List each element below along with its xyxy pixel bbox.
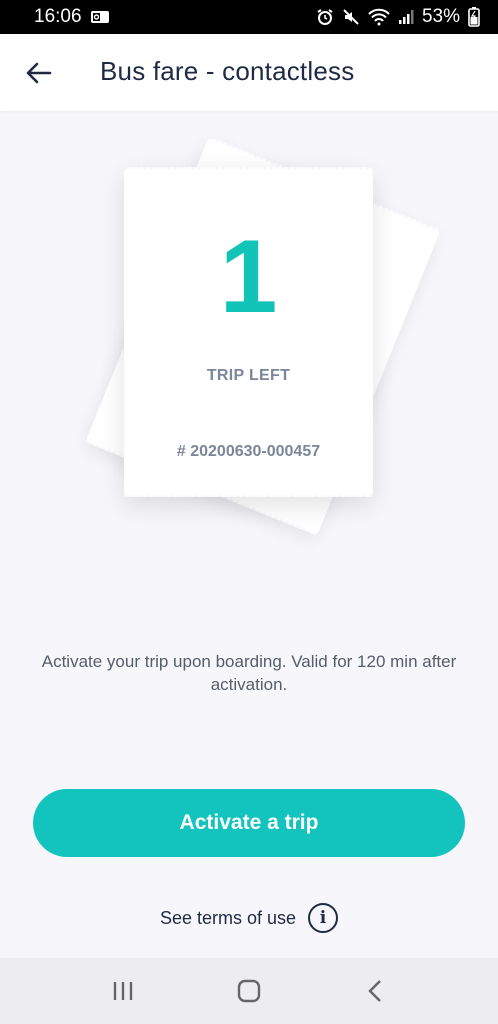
mute-icon	[342, 8, 360, 26]
home-button[interactable]	[224, 971, 274, 1011]
status-left: 16:06	[34, 6, 110, 28]
outlook-notification-icon	[90, 9, 110, 25]
status-right: 53%	[316, 6, 480, 28]
recents-button[interactable]	[98, 971, 148, 1011]
arrow-left-icon	[26, 62, 52, 84]
chevron-left-icon	[368, 980, 381, 1002]
signal-icon	[398, 9, 414, 25]
back-button[interactable]	[22, 56, 56, 90]
activation-info-text: Activate your trip upon boarding. Valid …	[41, 652, 457, 694]
system-back-button[interactable]	[350, 971, 400, 1011]
wifi-icon	[368, 8, 390, 26]
info-icon[interactable]: i	[308, 903, 339, 933]
page-title: Bus fare - contactless	[100, 56, 355, 86]
ticket-serrated-edge	[124, 167, 373, 173]
home-icon	[237, 979, 261, 1003]
trip-left-label: TRIP LEFT	[206, 367, 291, 384]
terms-row: See terms of use i	[0, 898, 498, 938]
ticket-stack: 1 TRIP LEFT # 20200630-000457	[0, 111, 498, 581]
alarm-icon	[316, 8, 334, 26]
ticket-card: 1 TRIP LEFT # 20200630-000457	[124, 167, 373, 497]
status-time: 16:06	[34, 6, 82, 27]
recents-icon	[113, 982, 133, 1000]
trip-count: 1	[219, 219, 278, 335]
ticket-number: # 20200630-000457	[176, 443, 321, 460]
battery-charging-icon	[468, 7, 480, 27]
system-nav-bar	[0, 958, 498, 1024]
terms-of-use-link[interactable]: See terms of use	[160, 908, 296, 929]
status-bar: 16:06 53%	[0, 0, 498, 34]
app-header: Bus fare - contactless	[0, 34, 498, 111]
battery-percent: 53%	[421, 6, 460, 27]
activate-trip-button[interactable]: Activate a trip	[33, 789, 465, 857]
ticket-serrated-edge	[124, 491, 373, 497]
